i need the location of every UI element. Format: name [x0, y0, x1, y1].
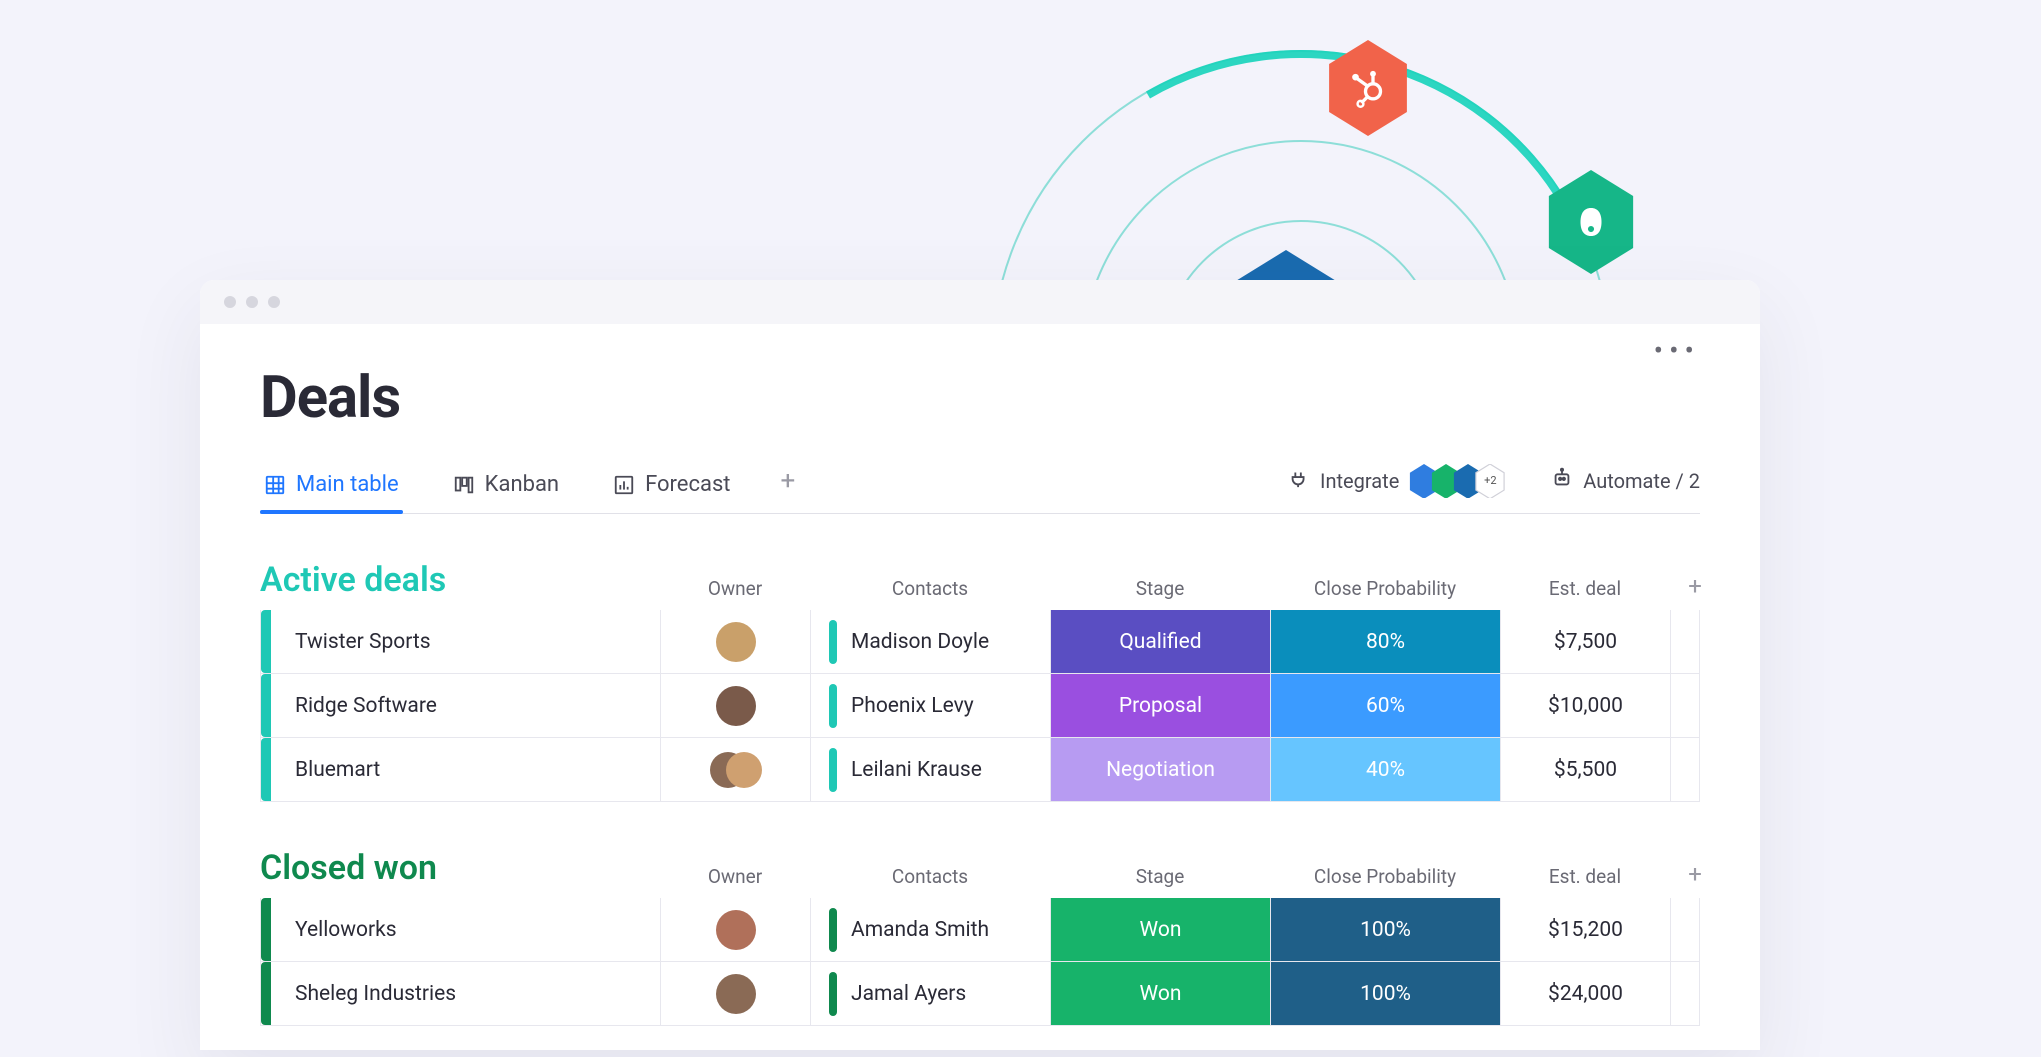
- owner-cell[interactable]: [661, 674, 811, 737]
- deal-name-cell[interactable]: Twister Sports: [261, 610, 661, 673]
- contact-cell[interactable]: Amanda Smith: [811, 898, 1051, 961]
- tab-kanban[interactable]: Kanban: [449, 462, 563, 513]
- table-row[interactable]: Yelloworks Amanda Smith Won 100% $15,200: [260, 898, 1700, 962]
- probability-cell[interactable]: 60%: [1271, 674, 1501, 737]
- stage-cell[interactable]: Proposal: [1051, 674, 1271, 737]
- est-deal-cell[interactable]: $15,200: [1501, 898, 1671, 961]
- est-deal-cell[interactable]: $24,000: [1501, 962, 1671, 1025]
- tab-forecast[interactable]: Forecast: [609, 462, 734, 513]
- column-prob: Close Probability: [1270, 865, 1500, 888]
- column-owner: Owner: [660, 865, 810, 888]
- integrate-badges: +2: [1409, 464, 1505, 498]
- contact-cell[interactable]: Phoenix Levy: [811, 674, 1051, 737]
- probability-cell[interactable]: 100%: [1271, 962, 1501, 1025]
- deal-name-cell[interactable]: Sheleg Industries: [261, 962, 661, 1025]
- app-window: ••• Deals Main table Kanban Forecast: [200, 280, 1760, 1050]
- deal-name-cell[interactable]: Yelloworks: [261, 898, 661, 961]
- stage-cell[interactable]: Negotiation: [1051, 738, 1271, 801]
- stage-cell[interactable]: Qualified: [1051, 610, 1271, 673]
- column-est: Est. deal: [1500, 577, 1670, 600]
- plug-icon: [1288, 467, 1310, 494]
- avatar: [716, 622, 756, 662]
- owner-cell[interactable]: [661, 962, 811, 1025]
- tab-label: Kanban: [485, 472, 559, 497]
- column-est: Est. deal: [1500, 865, 1670, 888]
- view-tabs: Main table Kanban Forecast + Int: [260, 462, 1700, 514]
- integrate-label: Integrate: [1320, 469, 1399, 493]
- contact-cell[interactable]: Madison Doyle: [811, 610, 1051, 673]
- table-row[interactable]: Twister Sports Madison Doyle Qualified 8…: [260, 610, 1700, 674]
- column-contacts: Contacts: [810, 577, 1050, 600]
- table-row[interactable]: Ridge Software Phoenix Levy Proposal 60%…: [260, 674, 1700, 738]
- column-stage: Stage: [1050, 865, 1270, 888]
- chart-icon: [613, 474, 635, 496]
- est-deal-cell[interactable]: $10,000: [1501, 674, 1671, 737]
- tab-label: Main table: [296, 472, 399, 497]
- tab-main-table[interactable]: Main table: [260, 462, 403, 513]
- contact-cell[interactable]: Jamal Ayers: [811, 962, 1051, 1025]
- table-row[interactable]: Bluemart Leilani Krause Negotiation 40% …: [260, 738, 1700, 802]
- robot-icon: [1551, 467, 1573, 494]
- stage-cell[interactable]: Won: [1051, 962, 1271, 1025]
- page-title: Deals: [260, 364, 1700, 432]
- group-title[interactable]: Active deals: [260, 560, 660, 600]
- group-title[interactable]: Closed won: [260, 848, 660, 888]
- avatar: [716, 974, 756, 1014]
- owner-cell[interactable]: [661, 898, 811, 961]
- avatar: [716, 910, 756, 950]
- more-menu-button[interactable]: •••: [1654, 334, 1700, 367]
- table-row[interactable]: Sheleg Industries Jamal Ayers Won 100% $…: [260, 962, 1700, 1026]
- stage-cell[interactable]: Won: [1051, 898, 1271, 961]
- contact-cell[interactable]: Leilani Krause: [811, 738, 1051, 801]
- aircall-icon: [1546, 170, 1636, 274]
- owner-cell[interactable]: [661, 738, 811, 801]
- automate-label: Automate / 2: [1583, 469, 1700, 493]
- window-traffic-lights: [200, 280, 1760, 324]
- avatar: [710, 750, 762, 790]
- kanban-icon: [453, 474, 475, 496]
- integrate-button[interactable]: Integrate +2: [1288, 464, 1505, 512]
- group-active-deals: Active deals Owner Contacts Stage Close …: [260, 560, 1700, 802]
- deal-name-cell[interactable]: Bluemart: [261, 738, 661, 801]
- deal-name-cell[interactable]: Ridge Software: [261, 674, 661, 737]
- probability-cell[interactable]: 40%: [1271, 738, 1501, 801]
- est-deal-cell[interactable]: $5,500: [1501, 738, 1671, 801]
- add-column-button[interactable]: +: [1670, 860, 1720, 888]
- add-column-button[interactable]: +: [1670, 572, 1720, 600]
- automate-button[interactable]: Automate / 2: [1551, 467, 1700, 508]
- tab-label: Forecast: [645, 472, 730, 497]
- grid-icon: [264, 474, 286, 496]
- group-closed-won: Closed won Owner Contacts Stage Close Pr…: [260, 848, 1700, 1026]
- column-stage: Stage: [1050, 577, 1270, 600]
- column-owner: Owner: [660, 577, 810, 600]
- hubspot-icon: [1326, 40, 1410, 136]
- column-contacts: Contacts: [810, 865, 1050, 888]
- est-deal-cell[interactable]: $7,500: [1501, 610, 1671, 673]
- probability-cell[interactable]: 80%: [1271, 610, 1501, 673]
- add-view-button[interactable]: +: [781, 466, 796, 510]
- probability-cell[interactable]: 100%: [1271, 898, 1501, 961]
- column-prob: Close Probability: [1270, 577, 1500, 600]
- owner-cell[interactable]: [661, 610, 811, 673]
- avatar: [716, 686, 756, 726]
